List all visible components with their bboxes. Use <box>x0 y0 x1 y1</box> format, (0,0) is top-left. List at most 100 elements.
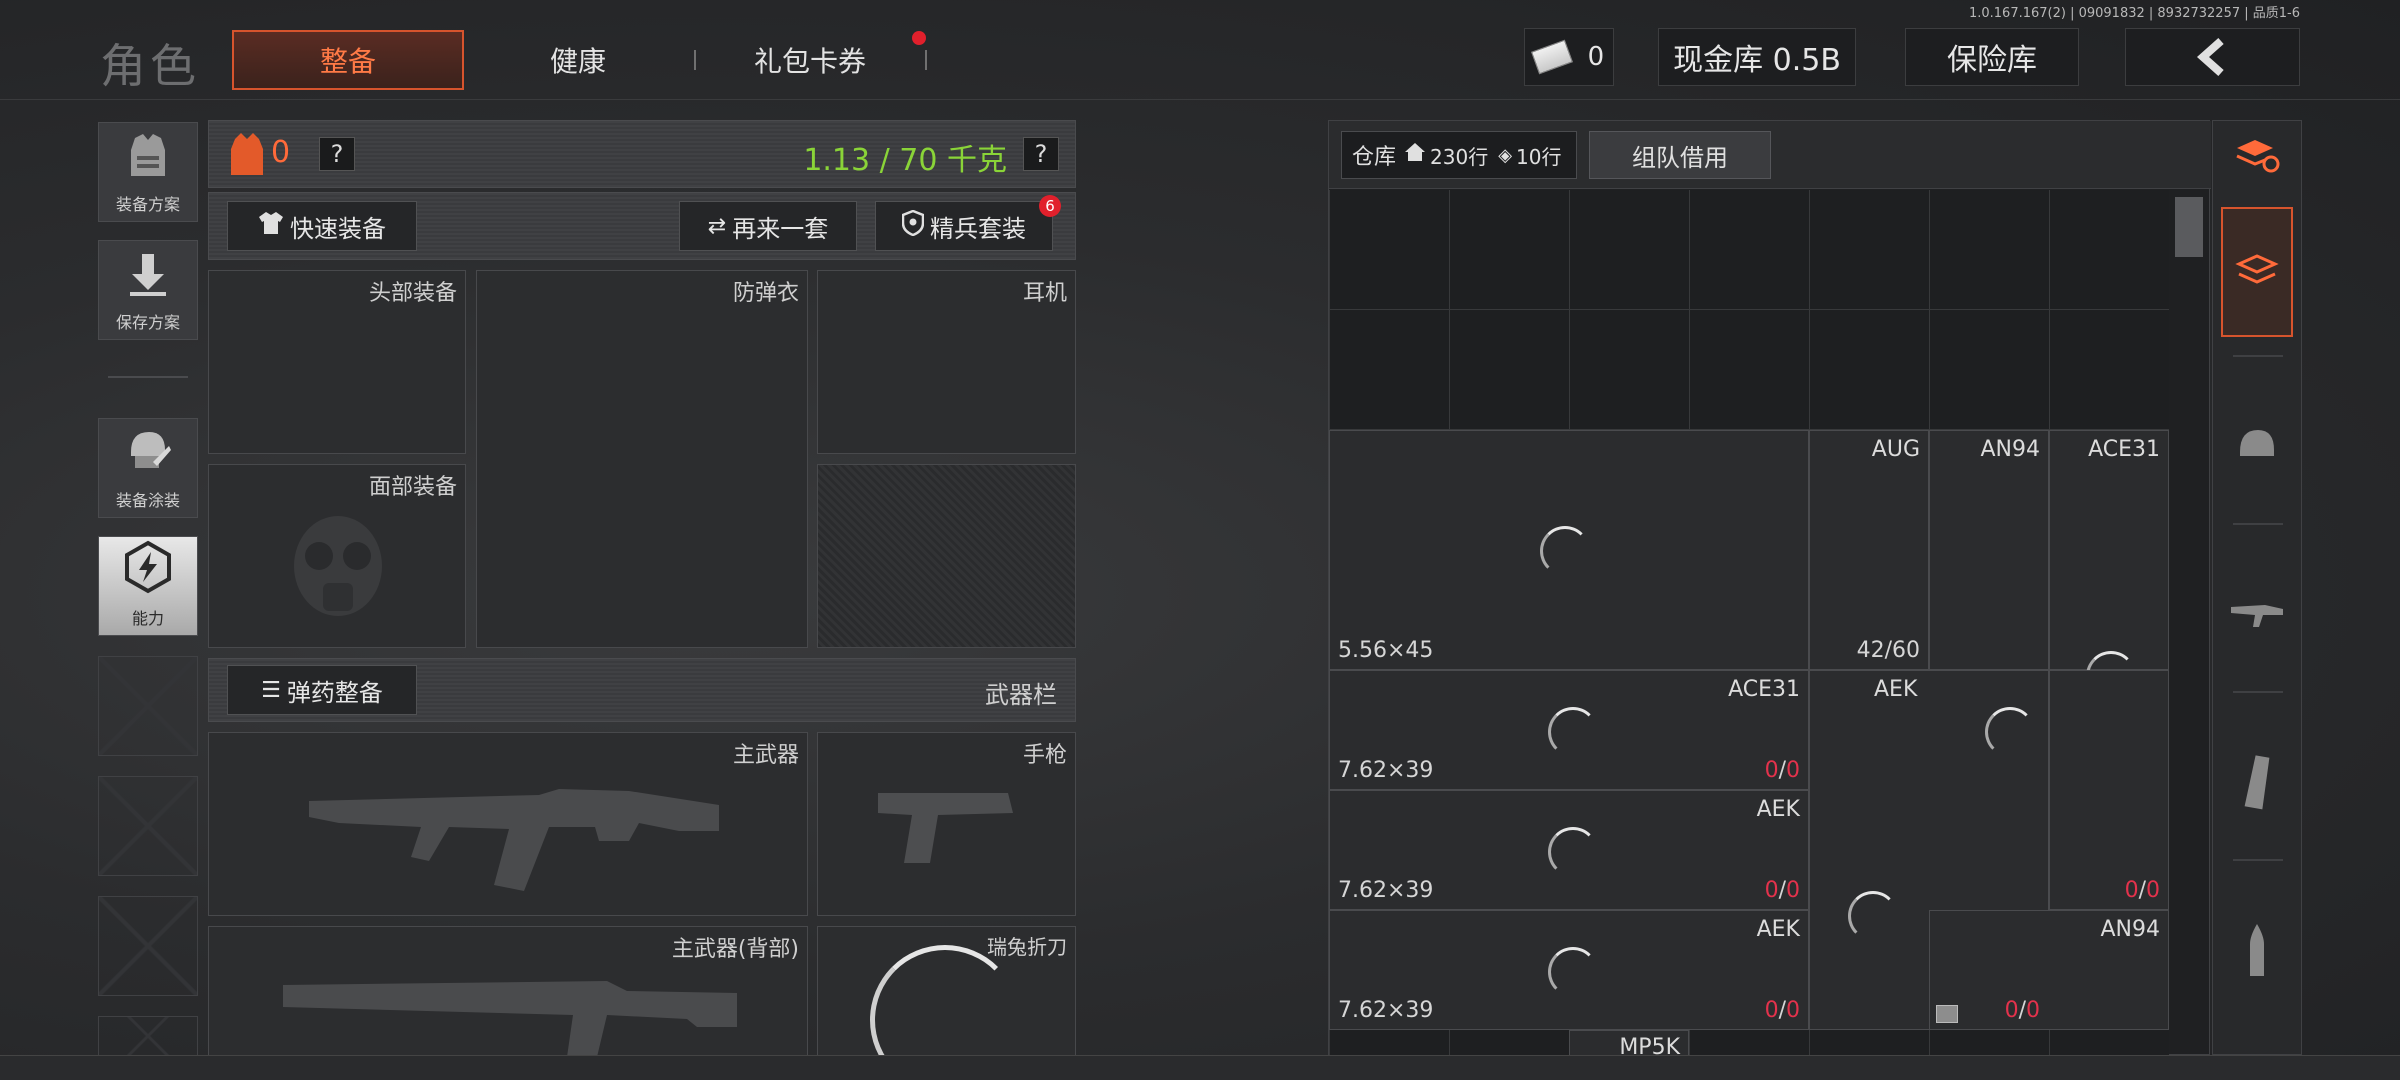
weapon-name: AEK <box>1756 917 1800 942</box>
rail-ammo[interactable] <box>2221 875 2293 1025</box>
pistol-slot[interactable]: 手枪 <box>817 732 1076 916</box>
ammo-item[interactable]: 0/0 <box>2049 670 2169 910</box>
elite-set-button[interactable]: 精兵套装 <box>875 201 1053 251</box>
armor-vest-icon <box>231 133 263 175</box>
face-gear-slot[interactable]: 面部装备 <box>208 464 466 648</box>
shield-icon <box>901 209 925 242</box>
bullet-icon <box>2250 924 2264 976</box>
weapon-name: AUG <box>1871 437 1920 462</box>
equip-plan-button[interactable]: 装备方案 <box>98 122 198 222</box>
notification-dot <box>912 31 926 45</box>
ability-label: 能力 <box>131 609 164 628</box>
weapon-name: MP5K <box>1619 1035 1680 1056</box>
sort-refresh-button[interactable] <box>2221 121 2293 191</box>
team-borrow-button[interactable]: 组队借用 <box>1589 131 1771 179</box>
body-armor-label: 防弹衣 <box>732 281 799 306</box>
ability-button[interactable]: 能力 <box>98 536 198 636</box>
ammo-count: 0/0 <box>2004 998 2040 1023</box>
rail-helmets[interactable] <box>2221 371 2293 521</box>
face-gear-label: 面部装备 <box>368 475 457 500</box>
weapon-bar-label: 武器栏 <box>985 681 1057 709</box>
back-button[interactable] <box>2125 28 2300 86</box>
empty-nav-slot <box>98 776 198 876</box>
weapon-name: AEK <box>1874 677 1918 702</box>
rifle-icon <box>2231 605 2283 627</box>
head-gear-label: 头部装备 <box>368 281 457 306</box>
warehouse-rows: 230行 <box>1430 144 1489 169</box>
locked-slot <box>817 464 1076 648</box>
category-rail <box>2212 120 2302 1055</box>
tab-gift-coupons[interactable]: 礼包卡券 <box>694 30 926 90</box>
save-plan-button[interactable]: 保存方案 <box>98 240 198 340</box>
weapon-item[interactable]: MP5K <box>1569 1030 1689 1056</box>
armor-count: 0 <box>271 135 291 170</box>
weapon-item[interactable]: AN94 <box>1929 430 2049 670</box>
ammo-count: 42/60 <box>1856 638 1920 663</box>
knife-slot[interactable]: 瑞兔折刀 <box>817 926 1076 1080</box>
primary-weapon-back-slot[interactable]: 主武器(背部) <box>208 926 808 1057</box>
ammo-prep-button[interactable]: ☰ 弹药整备 <box>227 665 417 715</box>
tag-icon: ◈ <box>1498 144 1513 166</box>
primary-weapon-slot[interactable]: 主武器 <box>208 732 808 916</box>
head-gear-slot[interactable]: 头部装备 <box>208 270 466 454</box>
rail-magazines[interactable] <box>2221 707 2293 857</box>
rail-all-items[interactable] <box>2221 207 2293 337</box>
weapon-name: ACE31 <box>2088 437 2160 462</box>
page-title: 角色 <box>100 39 200 93</box>
ammo-caliber: 5.56×45 <box>1338 638 1434 663</box>
tab-prep[interactable]: 整备 <box>232 30 464 90</box>
box-icon <box>1936 1005 1958 1023</box>
loading-spinner <box>1540 526 1590 576</box>
currency-display[interactable]: 0 <box>1524 28 1614 86</box>
repeat-set-label: 再来一套 <box>732 214 829 243</box>
magazine-icon <box>2244 755 2270 810</box>
weapon-item[interactable]: AUG 42/60 <box>1809 430 1929 670</box>
cash-vault-button[interactable]: 现金库 0.5B <box>1658 28 1856 86</box>
ammo-count: 0/0 <box>2124 878 2160 903</box>
warehouse-capacity[interactable]: 仓库 230行 ◈ 10行 <box>1341 131 1577 179</box>
vest-icon <box>125 132 171 187</box>
weight-help-icon[interactable]: ? <box>1023 137 1059 171</box>
repeat-set-button[interactable]: ⇄ 再来一套 <box>679 201 857 251</box>
quick-equip-label: 快速装备 <box>290 214 386 243</box>
elite-set-label: 精兵套装 <box>930 214 1026 243</box>
empty-nav-slot <box>98 656 198 756</box>
quick-action-bar: 快速装备 ⇄ 再来一套 精兵套装 6 <box>208 192 1076 260</box>
tab-health[interactable]: 健康 <box>462 30 694 90</box>
loading-spinner <box>1985 707 2035 757</box>
layers-refresh-icon <box>2236 140 2280 173</box>
weapon-item[interactable]: AN94 0/0 <box>1929 910 2169 1030</box>
equip-paint-label: 装备涂装 <box>115 491 180 510</box>
shirt-icon <box>258 210 284 242</box>
warehouse-header: 仓库 230行 ◈ 10行 组队借用 <box>1329 121 2211 189</box>
weapon-name: AEK <box>1756 797 1800 822</box>
help-icon[interactable]: ? <box>319 137 355 171</box>
equip-paint-button[interactable]: 装备涂装 <box>98 418 198 518</box>
rail-weapons[interactable] <box>2221 539 2293 689</box>
pistol-label: 手枪 <box>1022 743 1067 768</box>
earphone-slot[interactable]: 耳机 <box>817 270 1076 454</box>
top-bar: 角色 整备 健康 礼包卡券 0 现金库 0.5B 保险库 <box>0 0 2400 100</box>
ammo-item[interactable]: 5.56×45 <box>1329 430 1809 670</box>
ammo-item[interactable]: ACE31 7.62×39 0/0 <box>1329 670 1809 790</box>
safe-button[interactable]: 保险库 <box>1905 28 2079 86</box>
nav-divider <box>108 376 188 378</box>
pistol-icon <box>878 793 1013 863</box>
weapon-item[interactable]: ACE31 <box>2049 430 2169 701</box>
body-armor-slot[interactable]: 防弹衣 <box>476 270 808 648</box>
warehouse-label: 仓库 <box>1352 145 1397 170</box>
tab-divider <box>925 50 927 70</box>
ammo-caliber: 7.62×39 <box>1338 878 1434 903</box>
layers-icon <box>2235 254 2279 284</box>
warehouse-scrollbar[interactable] <box>2175 197 2203 257</box>
gas-mask-icon <box>294 516 382 616</box>
ammo-item[interactable]: AEK 7.62×39 0/0 <box>1329 910 1809 1030</box>
rifle-back-icon <box>283 981 737 1057</box>
lightning-hex-icon <box>121 540 175 601</box>
quick-equip-button[interactable]: 快速装备 <box>227 201 417 251</box>
ammo-item[interactable]: AEK 7.62×39 0/0 <box>1329 790 1809 910</box>
rifle-icon <box>309 789 719 891</box>
bottom-strip <box>0 1055 2400 1080</box>
weight-display: 1.13 / 70 千克 <box>803 143 1007 178</box>
weapon-name: AN94 <box>1980 437 2040 462</box>
